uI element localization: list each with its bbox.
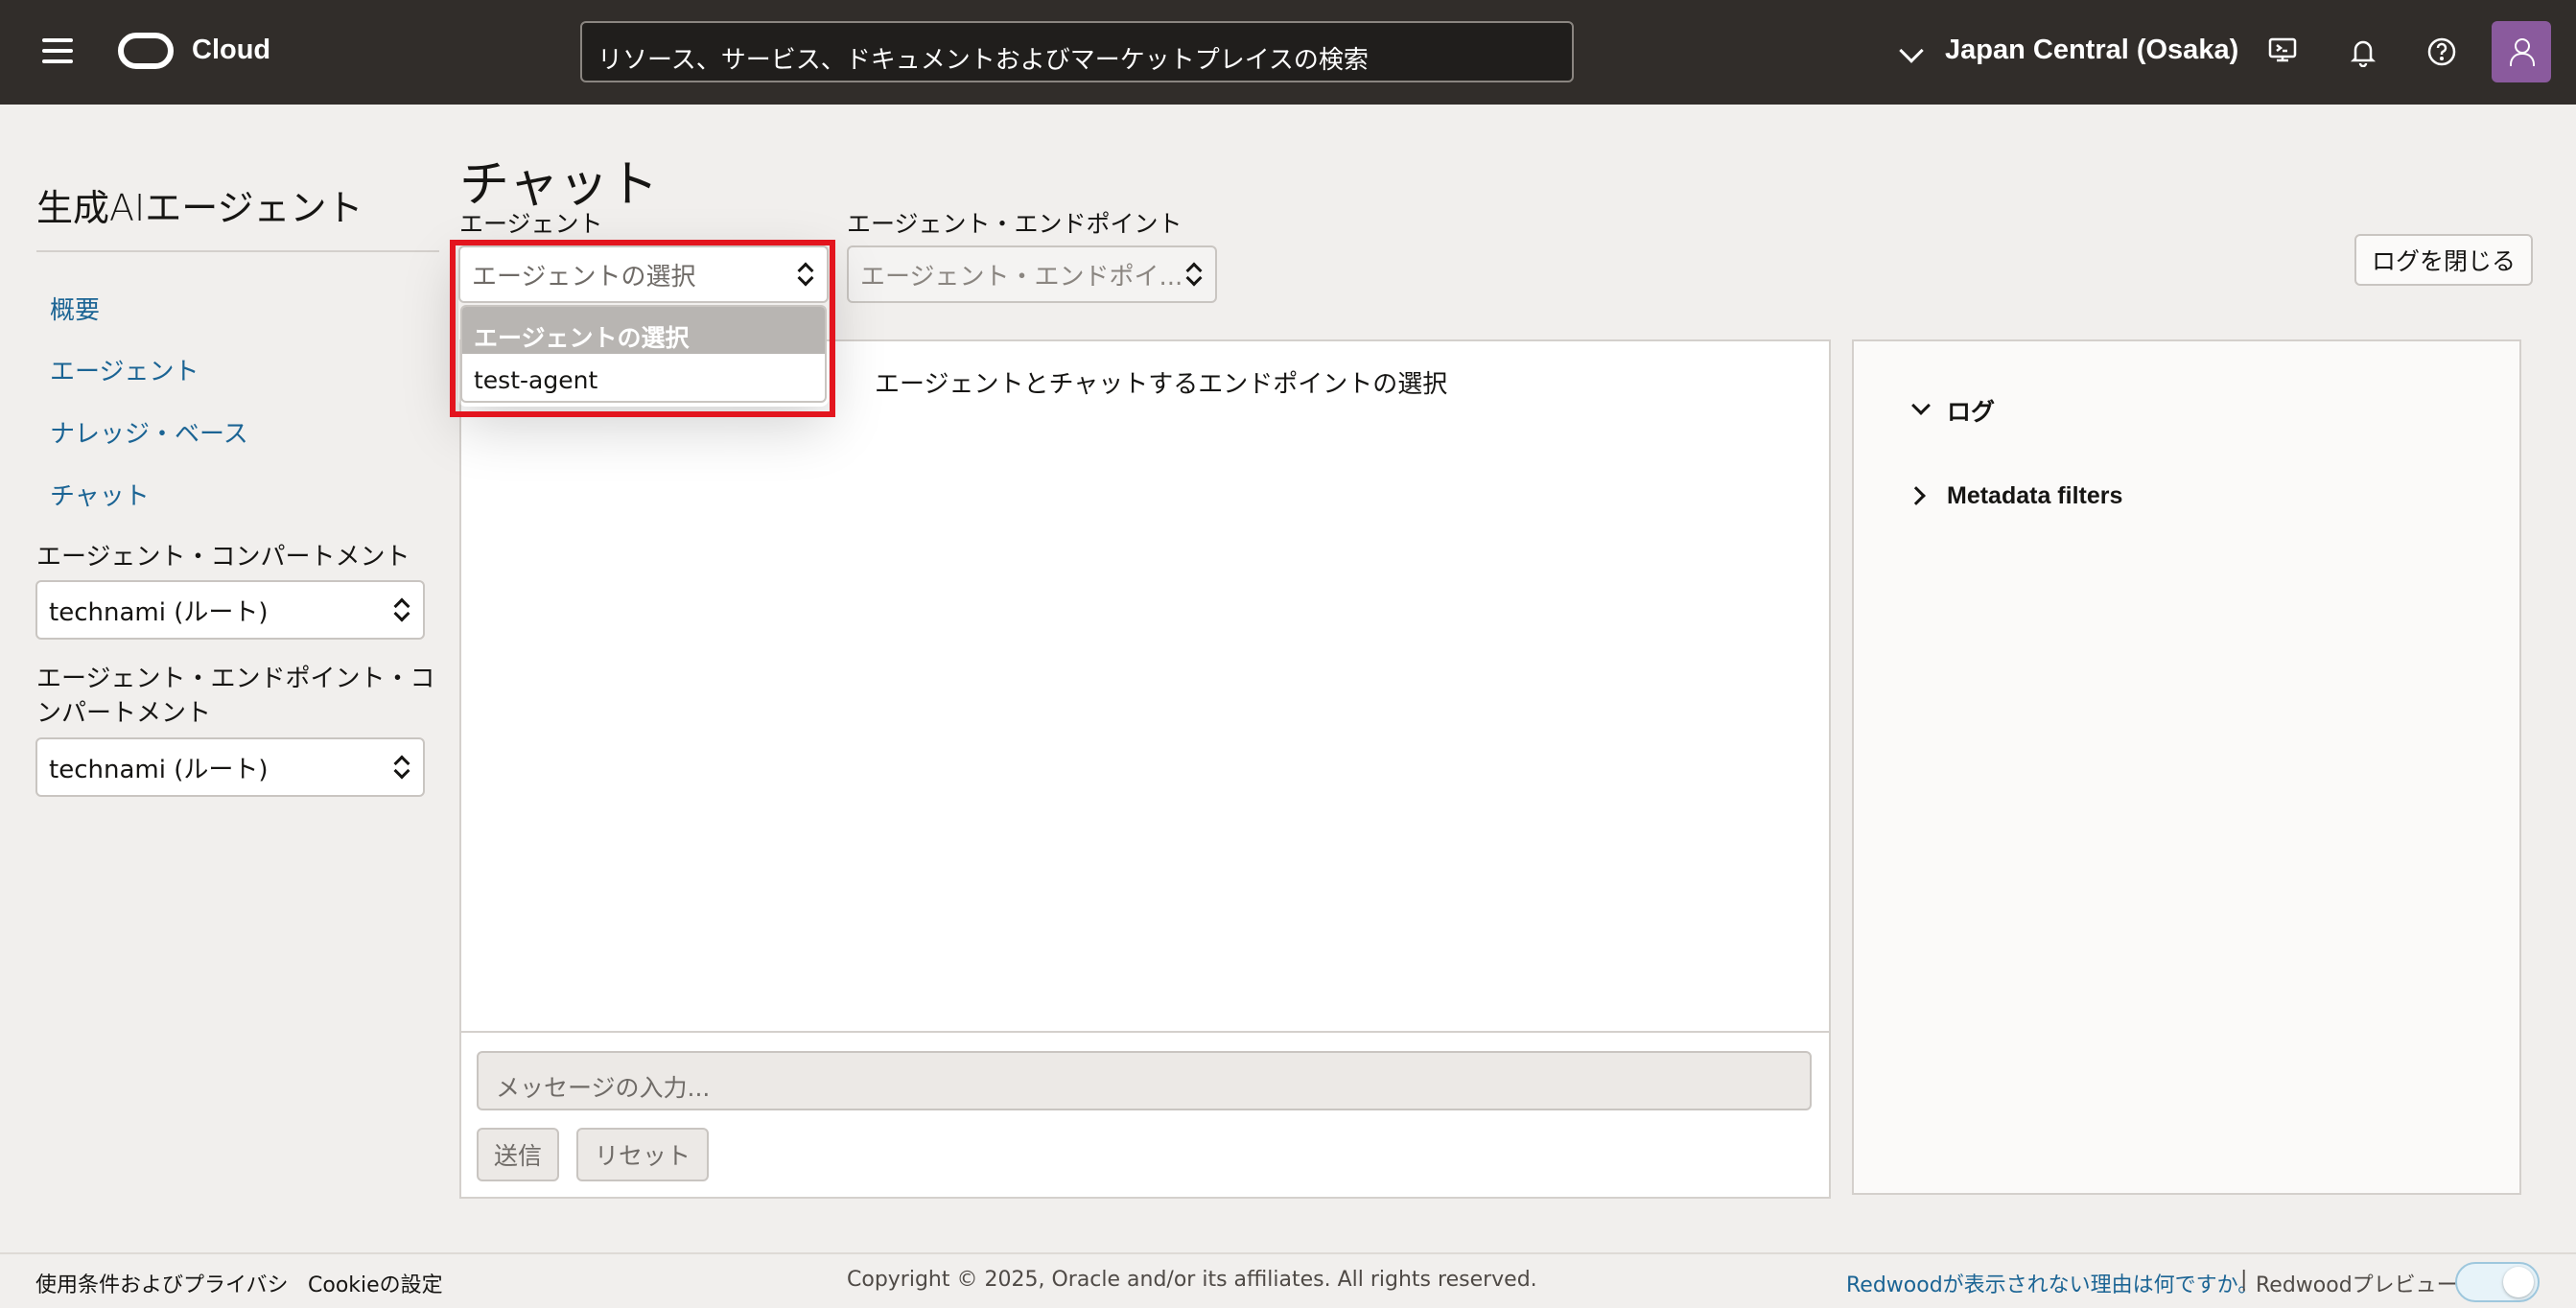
menu-icon[interactable] [42, 38, 73, 65]
user-avatar-icon[interactable] [2492, 21, 2551, 82]
select-updown-icon [1186, 262, 1200, 287]
agent-label: エージェント [459, 210, 603, 238]
top-navigation-bar: Cloud リソース、サービス、ドキュメントおよびマーケットプレイスの検索 Ja… [0, 0, 2576, 105]
message-input[interactable]: メッセージの入力... [477, 1051, 1812, 1110]
chat-divider [459, 1031, 1831, 1033]
endpoint-select[interactable]: エージェント・エンドポイ... [847, 245, 1217, 303]
agent-compartment-value: technami (ルート) [49, 597, 269, 627]
log-panel [1852, 339, 2521, 1195]
highlight-box [450, 240, 835, 417]
sidebar-title: 生成AIエージェント [36, 187, 363, 229]
redwood-question-link[interactable]: Redwoodが表示されない理由は何ですか。 [1846, 1268, 2259, 1298]
region-selector[interactable]: Japan Central (Osaka) [1945, 35, 2238, 66]
search-input[interactable]: リソース、サービス、ドキュメントおよびマーケットプレイスの検索 [580, 21, 1574, 82]
select-updown-icon [394, 755, 408, 780]
footer-separator: | [2240, 1268, 2248, 1292]
log-section-header[interactable]: ログ [1947, 393, 1995, 428]
help-icon[interactable] [2426, 36, 2457, 67]
cookie-settings-link[interactable]: Cookieの設定 [308, 1268, 443, 1298]
bell-icon[interactable] [2348, 36, 2378, 67]
endpoint-compartment-label: エージェント・エンドポイント・コ ンパートメント [36, 665, 435, 728]
chevron-down-icon[interactable] [1899, 38, 1924, 63]
agent-compartment-label: エージェント・コンパートメント [36, 543, 410, 572]
chat-hint-text: エージェントとチャットするエンドポイントの選択 [875, 370, 1448, 399]
oracle-logo-icon[interactable] [118, 33, 174, 69]
copyright-text: Copyright © 2025, Oracle and/or its affi… [847, 1268, 1537, 1292]
sidebar-divider [36, 250, 439, 252]
terms-link[interactable]: 使用条件およびプライバシ [35, 1268, 289, 1298]
cloud-shell-icon[interactable] [2267, 36, 2298, 67]
metadata-filters-header[interactable]: Metadata filters [1947, 482, 2122, 510]
redwood-preview-toggle[interactable] [2455, 1262, 2540, 1302]
endpoint-select-value: エージェント・エンドポイ... [860, 262, 1183, 292]
endpoint-compartment-select[interactable]: technami (ルート) [35, 737, 425, 797]
agent-compartment-select[interactable]: technami (ルート) [35, 580, 425, 640]
sidebar-item-agents[interactable]: エージェント [50, 352, 199, 387]
endpoint-label: エージェント・エンドポイント [847, 210, 1183, 238]
send-button[interactable]: 送信 [477, 1128, 559, 1181]
reset-button[interactable]: リセット [576, 1128, 709, 1181]
select-updown-icon [394, 597, 408, 622]
redwood-preview-label: Redwoodプレビュー [2256, 1273, 2458, 1297]
sidebar-item-knowledge-bases[interactable]: ナレッジ・ベース [50, 414, 248, 450]
close-log-button[interactable]: ログを閉じる [2354, 234, 2533, 286]
endpoint-compartment-value: technami (ルート) [49, 755, 269, 784]
brand-name[interactable]: Cloud [192, 35, 270, 66]
sidebar-item-chat[interactable]: チャット [50, 477, 150, 512]
sidebar-item-overview[interactable]: 概要 [50, 291, 100, 326]
